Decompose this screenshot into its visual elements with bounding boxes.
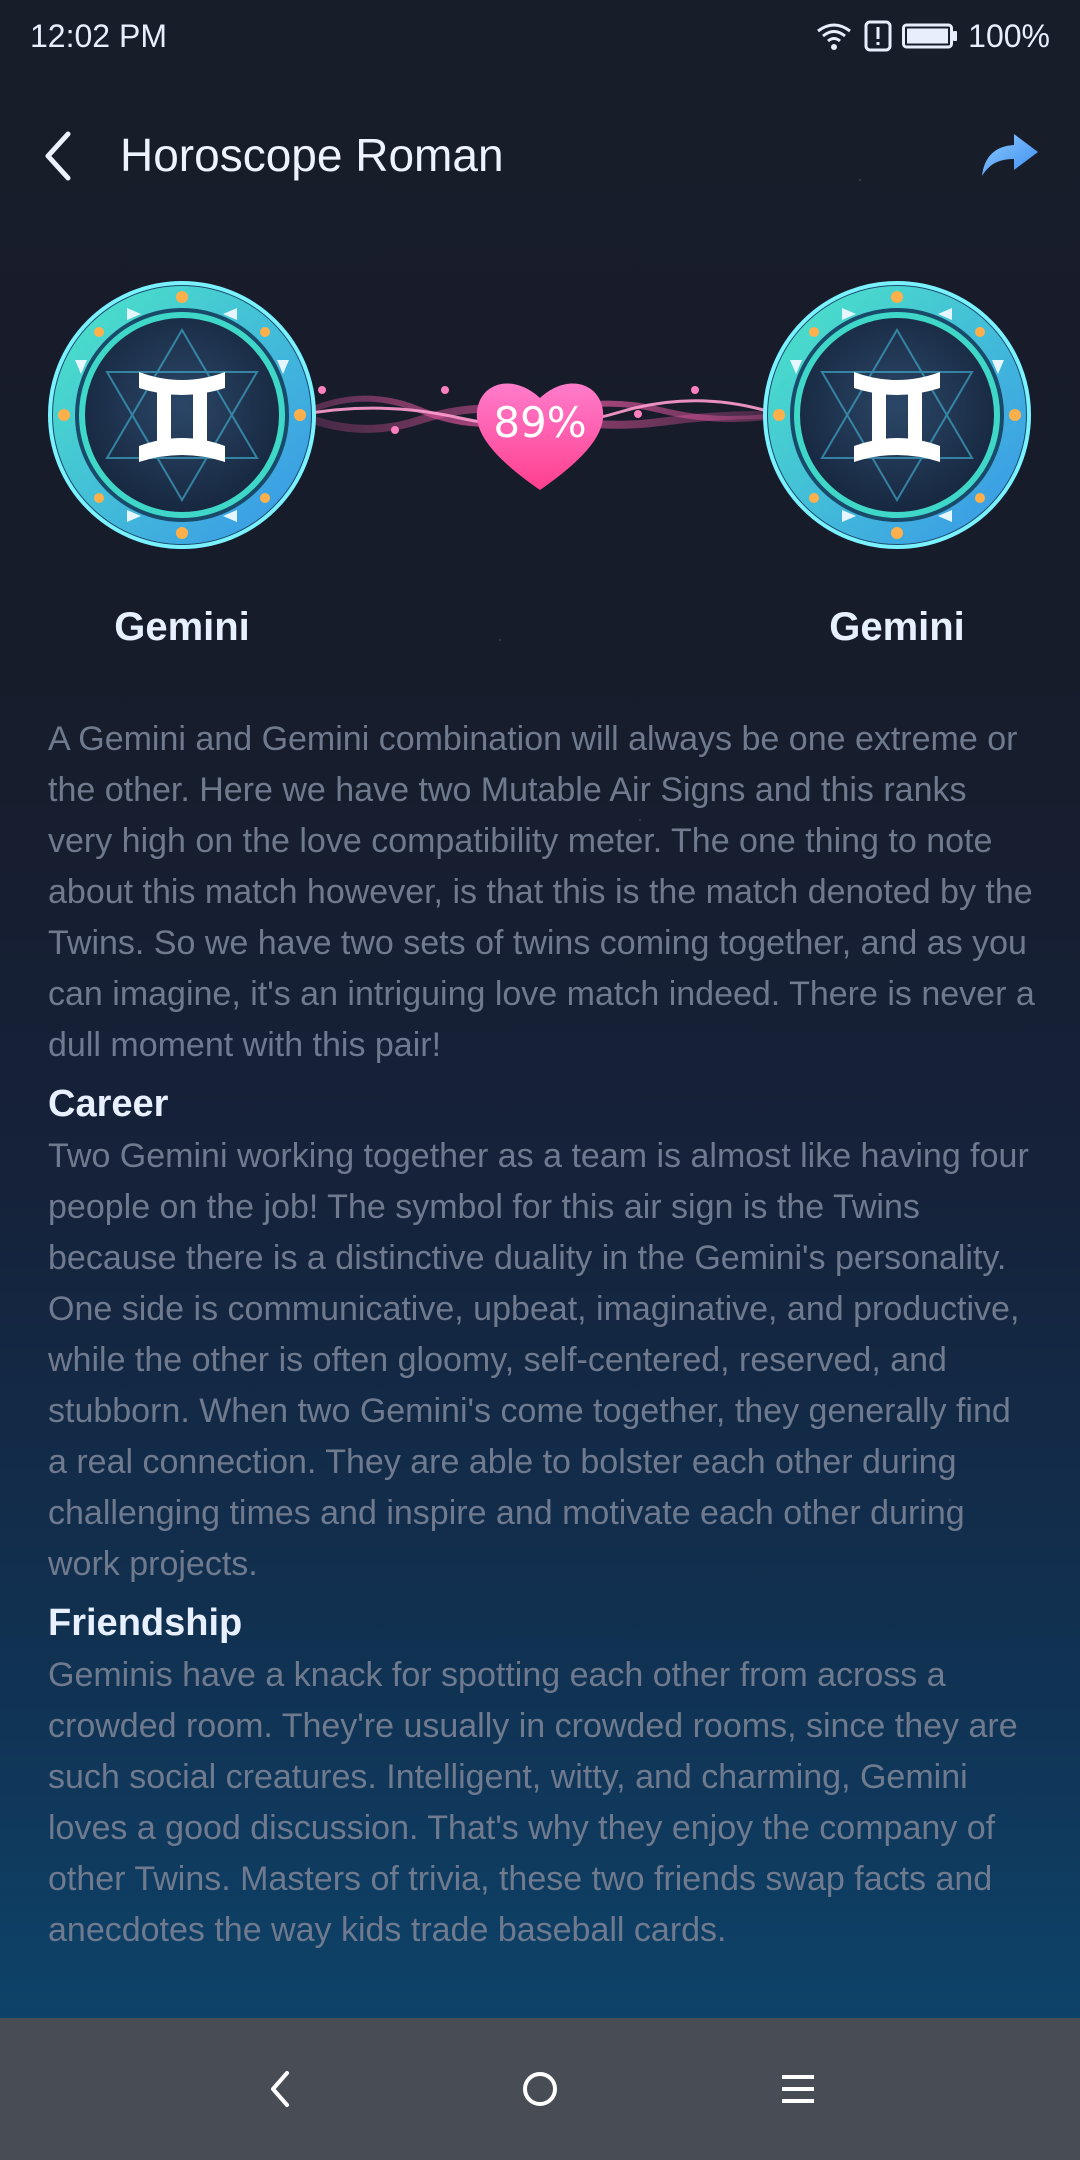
right-sign-name: Gemini: [829, 605, 965, 649]
nav-back-button[interactable]: [211, 2018, 351, 2160]
alert-icon: [864, 20, 892, 52]
back-button[interactable]: [36, 128, 86, 184]
system-nav-bar: [0, 2018, 1080, 2160]
sign-badge-right[interactable]: [762, 280, 1032, 550]
status-bar: 12:02 PM 100%: [0, 0, 1080, 72]
nav-menu-button[interactable]: [728, 2018, 868, 2160]
status-time: 12:02 PM: [30, 17, 167, 54]
battery-icon: [902, 22, 958, 50]
battery-percent: 100%: [968, 17, 1050, 54]
share-arrow-icon: [982, 134, 1038, 176]
nav-home-icon: [523, 2072, 557, 2106]
chevron-left-icon: [45, 131, 71, 181]
section-text-friendship: Geminis have a knack for spotting each o…: [48, 1656, 1018, 1949]
wifi-icon: [814, 21, 854, 51]
compatibility-percent: 89%: [493, 398, 587, 447]
nav-menu-icon: [782, 2075, 814, 2103]
page-title: Horoscope Roman: [120, 129, 504, 181]
nav-home-button[interactable]: [470, 2018, 610, 2160]
compatibility-description: A Gemini and Gemini combination will alw…: [48, 714, 1038, 1956]
share-button[interactable]: [980, 130, 1040, 180]
left-sign-name: Gemini: [114, 605, 250, 649]
nav-back-icon: [271, 2071, 289, 2107]
intro-paragraph: A Gemini and Gemini combination will alw…: [48, 720, 1035, 1064]
section-heading-friendship: Friendship: [48, 1602, 243, 1644]
compatibility-display: 89%: [0, 280, 1080, 560]
app-header: Horoscope Roman: [0, 110, 1080, 200]
section-heading-career: Career: [48, 1083, 169, 1125]
section-text-career: Two Gemini working together as a team is…: [48, 1137, 1029, 1583]
scroll-area[interactable]: 12:02 PM 100% Horoscope Roman 89% Gemini…: [0, 0, 1080, 2018]
status-icons: 100%: [814, 18, 1050, 55]
sign-badge-left[interactable]: [47, 280, 317, 550]
